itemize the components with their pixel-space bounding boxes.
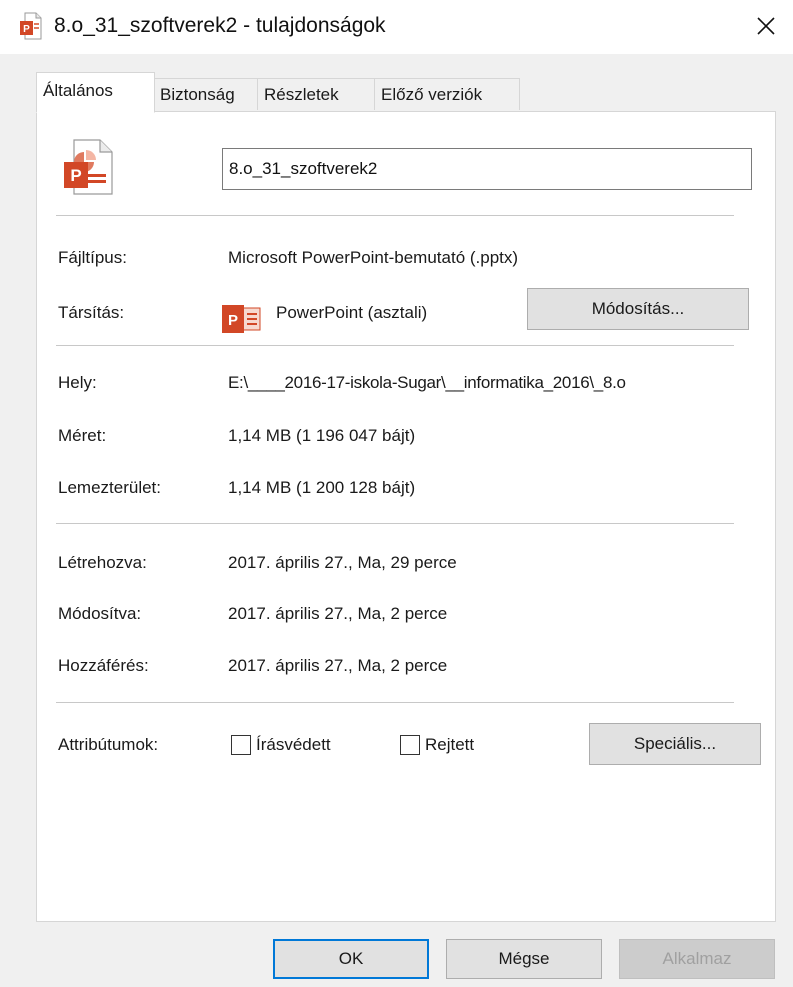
cancel-button[interactable]: Mégse bbox=[446, 939, 602, 979]
size-label: Méret: bbox=[58, 426, 107, 445]
title-bar: P 8.o_31_szoftverek2 - tulajdonságok bbox=[0, 0, 793, 54]
powerpoint-document-icon: P bbox=[62, 138, 116, 196]
ok-button[interactable]: OK bbox=[273, 939, 429, 979]
opens-with-value: PowerPoint (asztali) bbox=[276, 303, 428, 322]
svg-text:P: P bbox=[228, 312, 238, 329]
file-type-label: Fájltípus: bbox=[58, 248, 127, 267]
tab-security[interactable]: Biztonság bbox=[153, 78, 259, 110]
attributes-label: Attribútumok: bbox=[58, 735, 159, 754]
window-title: 8.o_31_szoftverek2 - tulajdonságok bbox=[54, 14, 386, 37]
hidden-checkbox[interactable] bbox=[400, 735, 420, 755]
tab-previous-versions[interactable]: Előző verziók bbox=[374, 78, 520, 110]
file-name-input[interactable] bbox=[222, 148, 752, 190]
powerpoint-file-icon: P bbox=[20, 12, 42, 40]
separator bbox=[56, 702, 734, 703]
created-value: 2017. április 27., Ma, 29 perce bbox=[228, 553, 457, 572]
tab-details[interactable]: Részletek bbox=[257, 78, 376, 110]
disk-size-label: Lemezterület: bbox=[58, 478, 161, 497]
created-label: Létrehozva: bbox=[58, 553, 147, 572]
modified-label: Módosítva: bbox=[58, 604, 142, 623]
separator bbox=[56, 345, 734, 346]
location-value: E:\____2016-17-iskola-Sugar\__informatik… bbox=[228, 373, 626, 392]
advanced-button[interactable]: Speciális... bbox=[589, 723, 761, 765]
svg-text:P: P bbox=[23, 24, 30, 35]
apply-button: Alkalmaz bbox=[619, 939, 775, 979]
close-icon bbox=[757, 17, 775, 35]
separator bbox=[56, 523, 734, 524]
close-button[interactable] bbox=[744, 6, 788, 46]
readonly-checkbox[interactable] bbox=[231, 735, 251, 755]
powerpoint-app-icon: P bbox=[222, 305, 266, 333]
separator bbox=[56, 215, 734, 216]
accessed-label: Hozzáférés: bbox=[58, 656, 149, 675]
svg-text:P: P bbox=[70, 166, 81, 185]
general-tab-panel bbox=[36, 111, 776, 922]
tab-general[interactable]: Általános bbox=[36, 72, 155, 113]
accessed-value: 2017. április 27., Ma, 2 perce bbox=[228, 656, 448, 675]
disk-size-value: 1,14 MB (1 200 128 bájt) bbox=[228, 478, 416, 497]
hidden-label[interactable]: Rejtett bbox=[425, 735, 474, 755]
opens-with-label: Társítás: bbox=[58, 303, 125, 322]
readonly-label[interactable]: Írásvédett bbox=[256, 735, 331, 755]
location-label: Hely: bbox=[58, 373, 97, 392]
modified-value: 2017. április 27., Ma, 2 perce bbox=[228, 604, 448, 623]
change-app-button[interactable]: Módosítás... bbox=[527, 288, 749, 330]
file-type-value: Microsoft PowerPoint-bemutató (.pptx) bbox=[228, 248, 519, 267]
size-value: 1,14 MB (1 196 047 bájt) bbox=[228, 426, 416, 445]
